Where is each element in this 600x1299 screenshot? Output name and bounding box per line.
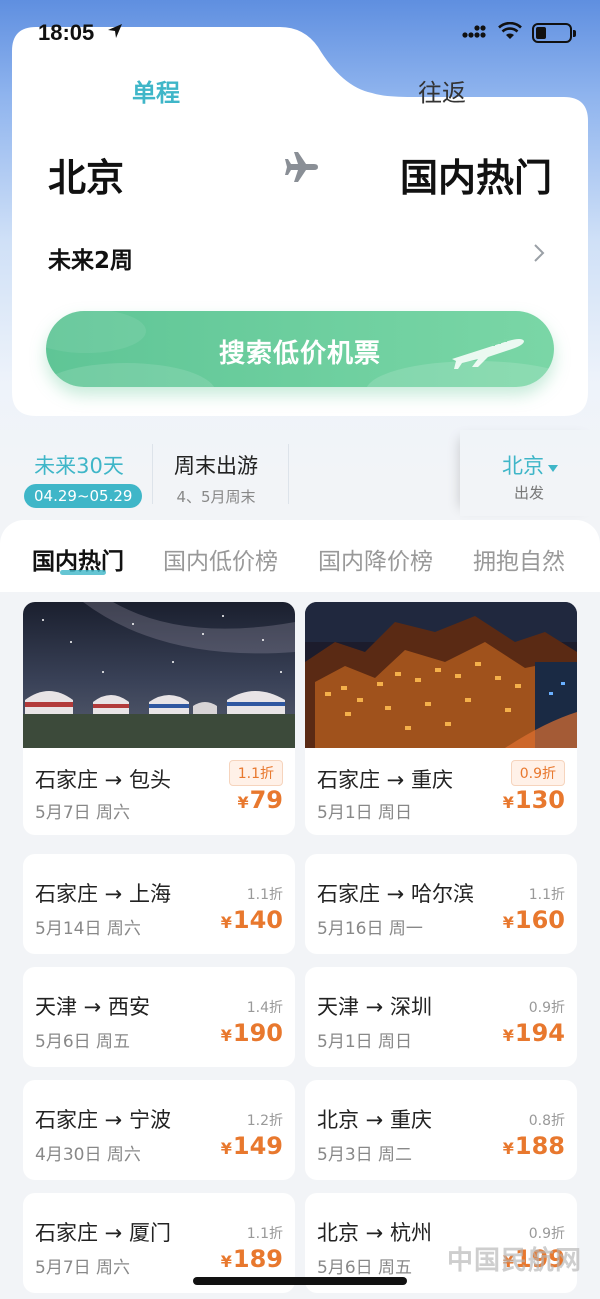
deal-route: 石家庄 → 宁波 (35, 1108, 171, 1132)
divider (288, 444, 289, 504)
tab-domestic-price-drop[interactable]: 国内降价榜 (318, 542, 433, 576)
deal-price: ¥160 (502, 906, 565, 934)
deal-price: ¥189 (220, 1245, 283, 1273)
deal-route: 石家庄 → 厦门 (35, 1221, 171, 1245)
deal-date: 5月6日 周五 (35, 1032, 131, 1052)
departure-city[interactable]: 北京 (48, 147, 124, 202)
filter-next-30-days[interactable]: 未来30天 04.29~05.29 (24, 450, 143, 508)
deal-discount: 1.1折 (528, 887, 565, 903)
deal-price: ¥140 (220, 906, 283, 934)
status-bar: 18:05 (0, 0, 600, 60)
deal-card[interactable]: 石家庄 → 宁波 1.2折 4月30日 周六 ¥149 (23, 1080, 295, 1180)
deal-route: 北京 → 杭州 (317, 1221, 432, 1245)
divider (152, 444, 153, 504)
location-arrow-icon (106, 22, 124, 44)
tab-one-way[interactable]: 单程 (132, 73, 180, 108)
deal-price: ¥79 (237, 786, 283, 814)
departure-city-label: 北京 (502, 454, 544, 478)
status-icons (462, 21, 576, 44)
quick-filter-row: 未来30天 04.29~05.29 周末出游 4、5月周末 北京 出发 (0, 430, 600, 510)
deal-price: ¥194 (502, 1019, 565, 1047)
deal-route: 石家庄 → 重庆 (317, 768, 453, 792)
chongqing-night-photo (305, 602, 577, 748)
filter-weekend-trip[interactable]: 周末出游 4、5月周末 (174, 450, 258, 507)
deal-discount: 0.9折 (510, 760, 565, 786)
deal-discount: 1.1折 (246, 887, 283, 903)
category-tabs: 国内热门 国内低价榜 国内降价榜 拥抱自然 (0, 542, 600, 582)
tab-round-trip[interactable]: 往返 (418, 73, 466, 108)
plane-icon (448, 329, 528, 373)
search-flights-button[interactable]: 搜索低价机票 (46, 311, 554, 387)
deal-date: 5月16日 周一 (317, 919, 423, 939)
deal-route: 石家庄 → 上海 (35, 882, 171, 906)
filter-weekend-label: 周末出游 (174, 454, 258, 478)
deal-date: 4月30日 周六 (35, 1145, 141, 1165)
filter-next-30-label: 未来30天 (34, 454, 124, 478)
deal-card[interactable]: 石家庄 → 哈尔滨 1.1折 5月16日 周一 ¥160 (305, 854, 577, 954)
deal-price: ¥149 (220, 1132, 283, 1160)
deal-date: 5月6日 周五 (317, 1258, 413, 1278)
deal-route: 北京 → 重庆 (317, 1108, 432, 1132)
deal-card[interactable]: 石家庄 → 重庆 0.9折 5月1日 周日 ¥130 (305, 602, 577, 835)
tab-domestic-low-price[interactable]: 国内低价榜 (163, 542, 278, 576)
departure-sub-label: 出发 (514, 484, 545, 502)
caret-down-icon (548, 458, 558, 477)
date-range-field[interactable]: 未来2周 (48, 241, 133, 275)
deal-card[interactable]: 天津 → 西安 1.4折 5月6日 周五 ¥190 (23, 967, 295, 1067)
chevron-right-icon[interactable] (532, 241, 546, 269)
deal-discount: 1.1折 (228, 760, 283, 786)
deal-date: 5月7日 周六 (35, 1258, 131, 1278)
deal-date: 5月1日 周日 (317, 803, 413, 823)
deal-discount: 1.2折 (246, 1113, 283, 1129)
deals-grid: 石家庄 → 包头 1.1折 5月7日 周六 ¥79 石家庄 → 重庆 0.9折 … (0, 592, 600, 1299)
deal-discount: 0.8折 (528, 1113, 565, 1129)
deal-discount: 1.1折 (246, 1226, 283, 1242)
tab-embrace-nature[interactable]: 拥抱自然 (473, 542, 565, 576)
yurt-night-photo (23, 602, 295, 748)
destination-city[interactable]: 国内热门 (400, 147, 552, 202)
deal-price: ¥190 (220, 1019, 283, 1047)
deal-date: 5月7日 周六 (35, 803, 131, 823)
departure-city-selector[interactable]: 北京 出发 (460, 430, 600, 516)
deal-discount: 0.9折 (528, 1000, 565, 1016)
home-indicator[interactable] (193, 1277, 407, 1285)
deal-card[interactable]: 石家庄 → 包头 1.1折 5月7日 周六 ¥79 (23, 602, 295, 835)
deal-date: 5月1日 周日 (317, 1032, 413, 1052)
deal-route: 石家庄 → 包头 (35, 768, 171, 792)
battery-icon (532, 23, 576, 43)
deal-price: ¥130 (502, 786, 565, 814)
deal-discount: 1.4折 (246, 1000, 283, 1016)
active-tab-indicator (60, 570, 106, 575)
wifi-icon (498, 21, 522, 44)
plane-icon (284, 149, 320, 189)
deal-route: 石家庄 → 哈尔滨 (317, 882, 474, 906)
deal-card[interactable]: 石家庄 → 上海 1.1折 5月14日 周六 ¥140 (23, 854, 295, 954)
deal-route: 天津 → 深圳 (317, 995, 432, 1019)
filter-next-30-range: 04.29~05.29 (24, 484, 143, 508)
deal-date: 5月3日 周二 (317, 1145, 413, 1165)
flight-search-card: 单程 往返 北京 国内热门 未来2周 搜索低价机票 (12, 27, 588, 416)
deal-price: ¥188 (502, 1132, 565, 1160)
deal-route: 天津 → 西安 (35, 995, 150, 1019)
deal-card[interactable]: 北京 → 重庆 0.8折 5月3日 周二 ¥188 (305, 1080, 577, 1180)
filter-weekend-sub: 4、5月周末 (176, 488, 256, 506)
status-time: 18:05 (38, 20, 95, 45)
signal-icon (462, 23, 488, 43)
watermark-logo: 中国民航网 (446, 1246, 582, 1276)
deal-card[interactable]: 天津 → 深圳 0.9折 5月1日 周日 ¥194 (305, 967, 577, 1067)
deal-date: 5月14日 周六 (35, 919, 141, 939)
